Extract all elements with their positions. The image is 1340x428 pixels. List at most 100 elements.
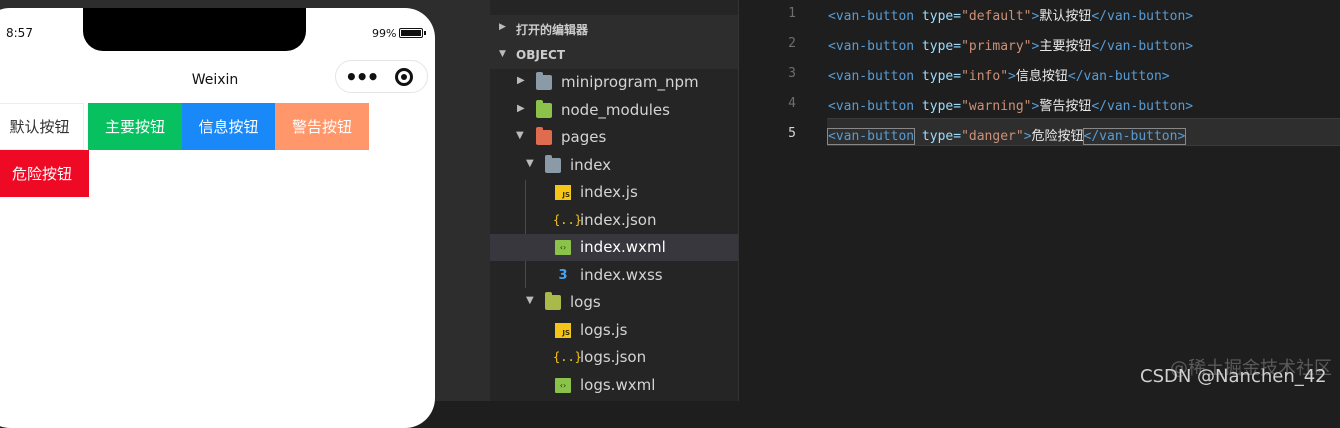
attr-name: type= (921, 39, 962, 54)
pages-folder-icon (536, 127, 552, 145)
element-text: 主要按钮 (1039, 39, 1092, 54)
tag-open: <van-button (828, 9, 915, 24)
tag-open: <van-button (828, 69, 915, 84)
expanded-arrow-icon: ▼ (499, 49, 506, 59)
line-number: 1 (788, 6, 796, 21)
tree-item-index-wxml[interactable]: ‹› index.wxml (490, 234, 738, 261)
close-target-icon[interactable] (395, 68, 413, 86)
attr-name: type= (921, 69, 962, 84)
battery-icon (399, 28, 423, 38)
line-number: 2 (788, 36, 796, 51)
tree-item-label: logs (570, 293, 601, 311)
warning-button[interactable]: 警告按钮 (275, 103, 369, 150)
danger-button[interactable]: 危险按钮 (0, 150, 89, 197)
attr-value: "default" (961, 9, 1032, 24)
tree-item-label: index.wxss (580, 266, 663, 284)
code-editor[interactable] (739, 0, 1340, 401)
attr-name: type= (921, 9, 962, 24)
tree-item-label: node_modules (561, 101, 670, 119)
line-number: 4 (788, 96, 796, 111)
tag-bracket: > (1008, 69, 1016, 84)
json-file-icon: {..} (553, 213, 582, 227)
tree-item-label: index (570, 156, 612, 174)
attr-value: "primary" (961, 39, 1032, 54)
element-text: 默认按钮 (1039, 9, 1092, 24)
code-line[interactable]: <van-button type="warning">警告按钮</van-but… (828, 95, 1193, 114)
tree-item-label: index.wxml (580, 238, 666, 256)
open-editors-section[interactable]: ▶ 打开的编辑器 (490, 15, 738, 42)
tag-bracket: > (1023, 129, 1032, 144)
tag-close: </van-button> (1067, 69, 1170, 84)
code-line[interactable]: <van-button type="info">信息按钮</van-button… (828, 65, 1170, 84)
more-icon[interactable]: ••• (345, 65, 379, 89)
tree-item-index-js[interactable]: JS index.js (490, 179, 738, 206)
code-line[interactable]: <van-button type="default">默认按钮</van-but… (828, 5, 1193, 24)
tag-close: </van-button> (1091, 9, 1194, 24)
info-button[interactable]: 信息按钮 (182, 103, 275, 150)
tag-open: <van-button (828, 99, 915, 114)
folder-open-icon (545, 155, 561, 173)
attr-value: "info" (961, 69, 1009, 84)
js-file-icon: JS (555, 323, 571, 338)
collapsed-arrow-icon: ▶ (517, 75, 525, 86)
tag-close: </van-button> (1091, 99, 1194, 114)
expanded-arrow-icon: ▼ (526, 158, 534, 169)
element-text: 警告按钮 (1039, 99, 1092, 114)
watermark: CSDN @Nanchen_42 (1140, 366, 1327, 387)
phone-notch (83, 8, 306, 51)
expanded-arrow-icon: ▼ (516, 130, 524, 141)
wxml-file-icon: ‹› (555, 240, 571, 255)
tree-item-logs-folder[interactable]: ▼ logs (490, 289, 738, 316)
tree-item-label: logs.wxml (580, 376, 656, 394)
line-number: 3 (788, 66, 796, 81)
tree-item-logs-js[interactable]: JS logs.js (490, 317, 738, 344)
tree-item-label: index.json (580, 211, 657, 229)
tag-open: <van-button (826, 128, 916, 145)
element-text: 信息按钮 (1015, 69, 1068, 84)
battery-percent: 99% (372, 27, 397, 40)
tag-open: <van-button (828, 39, 915, 54)
primary-button[interactable]: 主要按钮 (88, 103, 182, 150)
attr-value: "danger" (961, 129, 1024, 144)
project-label: OBJECT (516, 48, 566, 62)
tree-item-logs-json[interactable]: {..} logs.json (490, 344, 738, 371)
tree-item-miniprogram-npm[interactable]: ▶ miniprogram_npm (490, 69, 738, 96)
attr-name: type= (921, 99, 962, 114)
folder-open-icon (545, 292, 561, 310)
css-file-icon: 3 (558, 268, 568, 283)
tag-close: </van-button> (1082, 128, 1187, 145)
attr-value: "warning" (961, 99, 1032, 114)
default-button[interactable]: 默认按钮 (0, 103, 84, 150)
element-text: 危险按钮 (1031, 129, 1084, 144)
battery-tip (424, 31, 426, 35)
tree-item-label: index.js (580, 183, 638, 201)
tree-item-node-modules[interactable]: ▶ node_modules (490, 97, 738, 124)
line-number-current: 5 (788, 126, 796, 141)
node-folder-icon (536, 100, 552, 118)
file-explorer: ▶ 打开的编辑器 ▼ OBJECT ▶ miniprogram_npm ▶ no… (490, 0, 738, 401)
tag-close: </van-button> (1091, 39, 1194, 54)
tree-item-logs-wxml[interactable]: ‹› logs.wxml (490, 372, 738, 399)
nav-title: Weixin (191, 72, 239, 88)
tree-item-pages[interactable]: ▼ pages (490, 124, 738, 151)
tree-item-label: miniprogram_npm (561, 73, 699, 91)
js-file-icon: JS (555, 185, 571, 200)
json-file-icon: {..} (553, 350, 582, 364)
status-time: 8:57 (6, 26, 33, 40)
expanded-arrow-icon: ▼ (526, 295, 534, 306)
folder-icon (536, 72, 552, 90)
wxml-file-icon: ‹› (555, 378, 571, 393)
tree-item-label: logs.json (580, 348, 647, 366)
open-editors-label: 打开的编辑器 (516, 23, 589, 37)
attr-name: type= (921, 129, 962, 144)
collapsed-arrow-icon: ▶ (517, 103, 525, 114)
code-line-current[interactable]: <van-button type="danger">危险按钮</van-butt… (826, 125, 1187, 145)
tree-item-index-json[interactable]: {..} index.json (490, 207, 738, 234)
tree-item-index-folder[interactable]: ▼ index (490, 152, 738, 179)
collapsed-arrow-icon: ▶ (499, 22, 506, 32)
project-section[interactable]: ▼ OBJECT (490, 42, 738, 69)
tree-item-label: pages (561, 128, 607, 146)
tree-item-index-wxss[interactable]: 3 index.wxss (490, 262, 738, 289)
tree-item-label: logs.js (580, 321, 628, 339)
code-line[interactable]: <van-button type="primary">主要按钮</van-but… (828, 35, 1193, 54)
